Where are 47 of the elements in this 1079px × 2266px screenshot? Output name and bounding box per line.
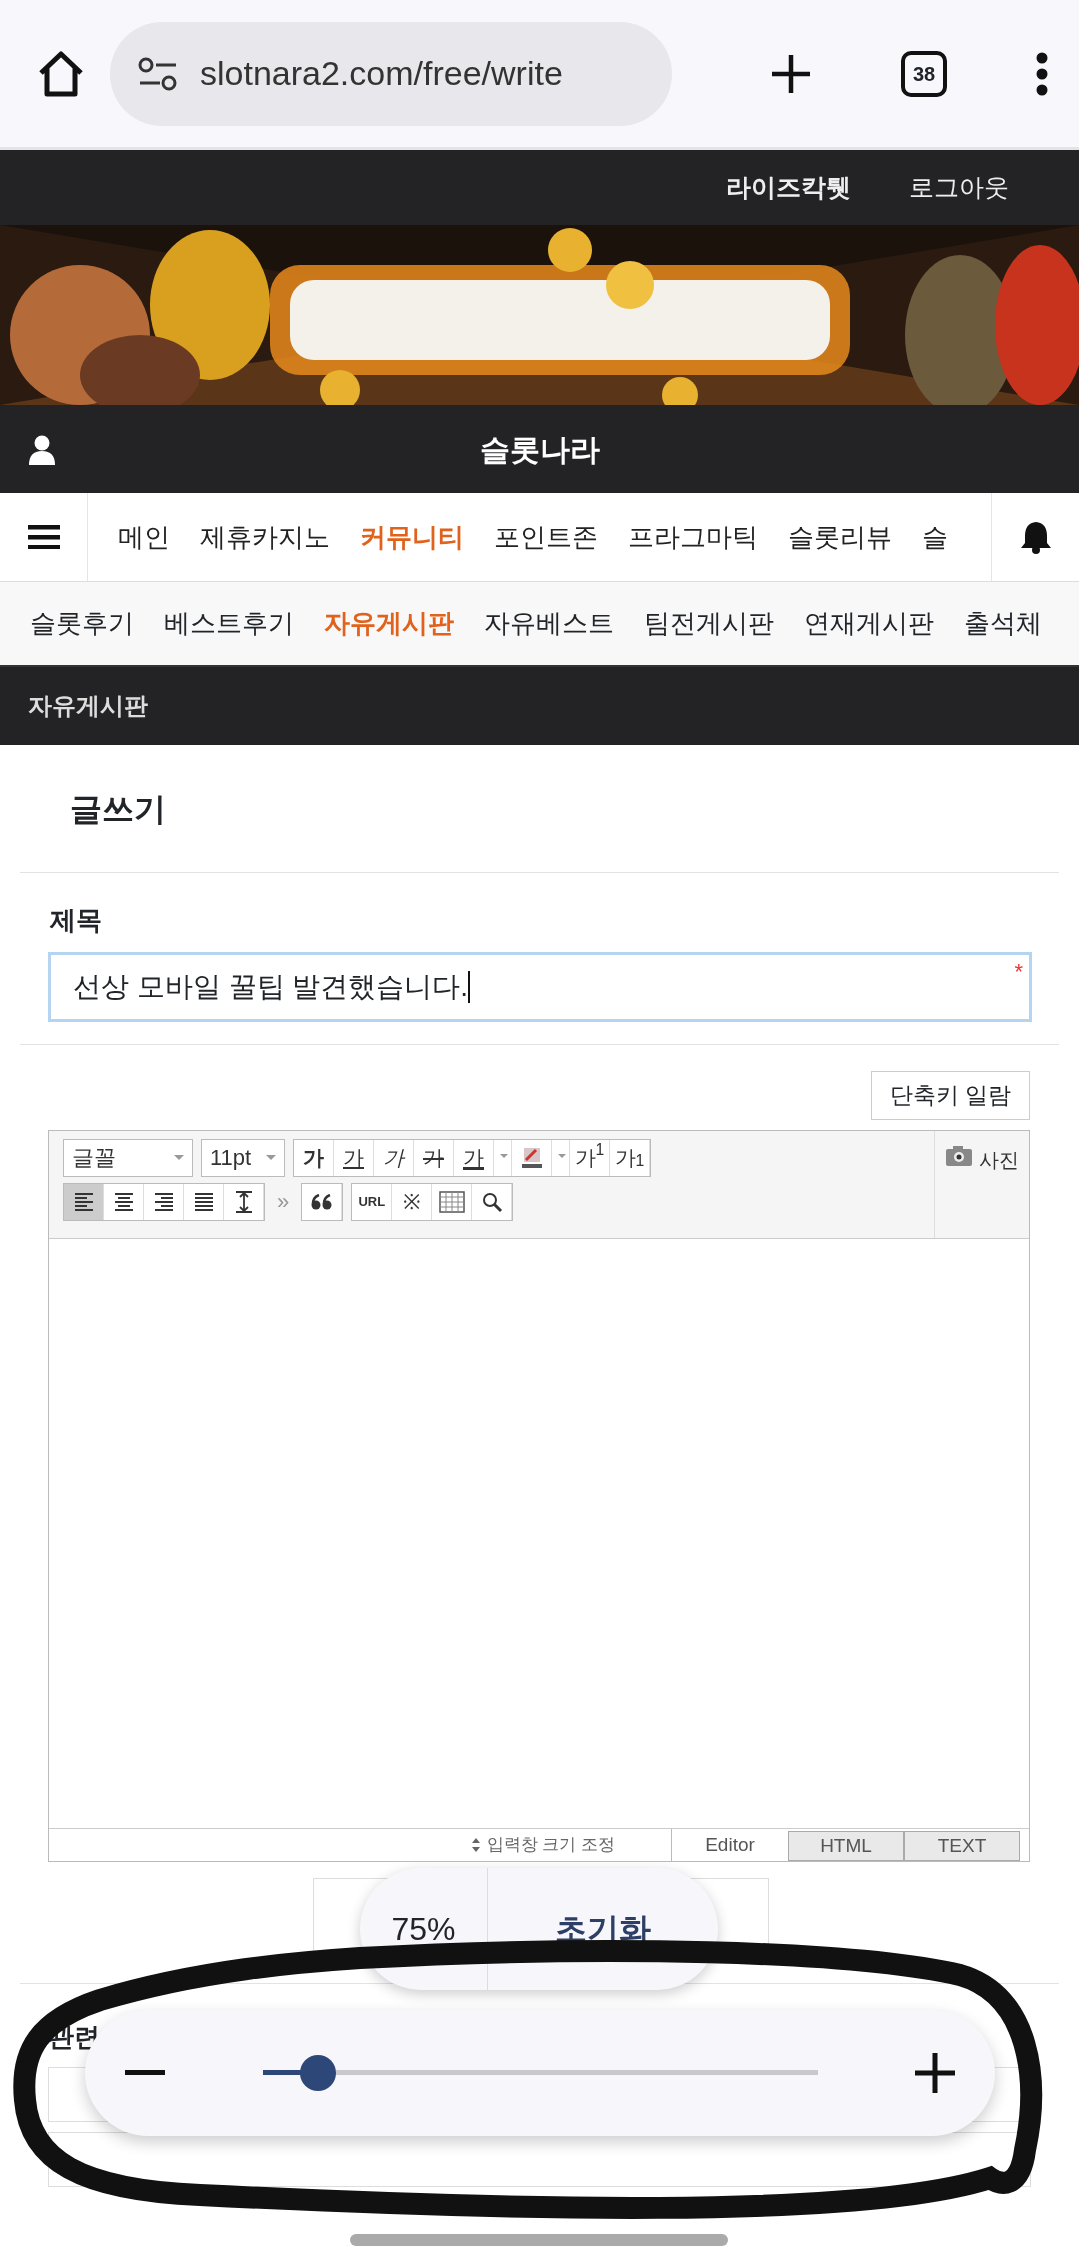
subnav-item[interactable]: 슬롯후기 <box>30 604 134 643</box>
align-button[interactable] <box>64 1183 104 1220</box>
required-mark: * <box>1014 958 1023 986</box>
site-title: 슬롯나라 <box>479 431 600 468</box>
editor-mode-tab[interactable]: HTML <box>788 1830 904 1861</box>
subnav-item[interactable]: 출석체 <box>964 604 1042 643</box>
subnav-item[interactable]: 자유베스트 <box>484 604 614 643</box>
field-label: 제목 <box>50 905 102 935</box>
subnav-item[interactable]: 베스트후기 <box>164 604 294 643</box>
table-icon <box>438 1190 465 1213</box>
top-link[interactable]: 라이즈칵퉷 <box>726 168 851 207</box>
search-icon <box>480 1190 503 1213</box>
url-text: slotnara2.com/free/write <box>200 53 563 94</box>
editor-mode-tab[interactable]: TEXT <box>904 1830 1020 1861</box>
bell-icon[interactable] <box>1019 520 1052 554</box>
zoom-in-icon[interactable] <box>915 2053 955 2093</box>
top-link[interactable]: 로그아웃 <box>909 168 1009 207</box>
camera-icon <box>945 1144 973 1167</box>
subnav-item[interactable]: 팀전게시판 <box>644 604 774 643</box>
shortcut-list-button[interactable]: 단축키 일람 <box>870 1071 1030 1120</box>
menu-icon[interactable] <box>27 525 60 549</box>
resize-handle-label[interactable]: 입력창 크기 조정 <box>486 1831 615 1858</box>
nav-item[interactable]: 슬 <box>922 517 948 557</box>
zoom-out-icon[interactable] <box>125 2070 165 2076</box>
resize-arrows-icon[interactable] <box>470 1836 481 1853</box>
user-icon[interactable] <box>28 435 56 465</box>
page-heading: 글쓰기 <box>70 791 166 827</box>
nav-item[interactable]: 메인 <box>118 517 170 557</box>
address-bar[interactable]: slotnara2.com/free/write <box>110 21 672 126</box>
title-input-field[interactable]: 선상 모바일 꿀팁 발견했습니다. * <box>48 952 1032 1022</box>
font-size-select[interactable]: 11pt <box>201 1138 285 1177</box>
subnav-item[interactable]: 연재게시판 <box>804 604 934 643</box>
nav-item[interactable]: 슬롯리뷰 <box>788 517 892 557</box>
nav-item[interactable]: 프라그마틱 <box>628 517 758 557</box>
site-settings-icon <box>138 55 178 92</box>
nav-item[interactable]: 포인트존 <box>494 517 598 557</box>
slider-thumb[interactable] <box>300 2055 336 2091</box>
nav-item[interactable]: 커뮤니티 <box>360 517 464 557</box>
more-menu-icon[interactable] <box>1035 51 1049 96</box>
board-title: 자유게시판 <box>28 691 148 721</box>
quote-icon <box>310 1193 333 1210</box>
nav-item[interactable]: 제휴카지노 <box>200 517 330 557</box>
photo-button[interactable]: 사진 <box>934 1130 1029 1238</box>
zoom-percent: 75% <box>360 1868 488 1990</box>
font-select[interactable]: 글꼴 <box>63 1138 193 1177</box>
tab-count-button[interactable]: 38 <box>901 50 947 97</box>
highlighter-icon <box>519 1145 544 1170</box>
